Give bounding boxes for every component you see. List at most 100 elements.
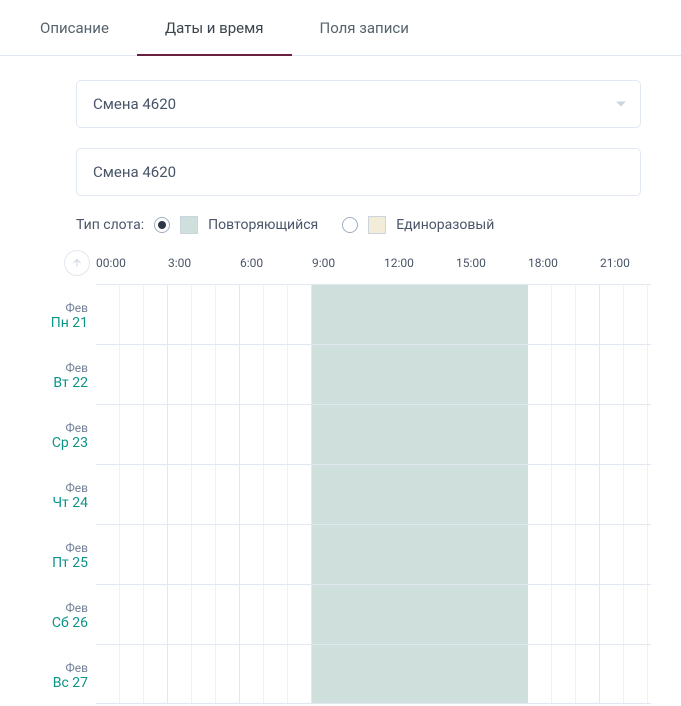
tab-0[interactable]: Описание: [12, 0, 137, 55]
day-dow-link[interactable]: Ср 23: [52, 435, 88, 451]
day-dow-link[interactable]: Пн 21: [51, 315, 88, 331]
slot-highlight[interactable]: [312, 345, 528, 404]
grid-cell[interactable]: [528, 345, 552, 404]
schedule-row[interactable]: [96, 464, 651, 524]
grid-cell[interactable]: [240, 405, 264, 464]
grid-cell[interactable]: [216, 285, 240, 344]
grid-cell[interactable]: [240, 525, 264, 584]
grid-cell[interactable]: [96, 465, 120, 524]
grid-cell[interactable]: [144, 285, 168, 344]
grid-cell[interactable]: [528, 465, 552, 524]
tab-1[interactable]: Даты и время: [137, 0, 292, 55]
grid-cell[interactable]: [576, 465, 600, 524]
grid-cell[interactable]: [240, 645, 264, 703]
grid-cell[interactable]: [624, 525, 648, 584]
day-dow-link[interactable]: Вт 22: [53, 375, 88, 391]
shift-input[interactable]: Смена 4620: [76, 148, 641, 196]
grid-cell[interactable]: [288, 465, 312, 524]
grid-cell[interactable]: [528, 285, 552, 344]
grid-cell[interactable]: [552, 405, 576, 464]
schedule-row[interactable]: [96, 584, 651, 644]
grid-cell[interactable]: [648, 525, 651, 584]
grid-cell[interactable]: [264, 525, 288, 584]
grid-cell[interactable]: [600, 285, 624, 344]
grid-cell[interactable]: [600, 345, 624, 404]
slot-radio-0[interactable]: [154, 217, 170, 233]
grid-cell[interactable]: [240, 585, 264, 644]
grid-cell[interactable]: [120, 345, 144, 404]
grid-cell[interactable]: [552, 345, 576, 404]
grid-cell[interactable]: [576, 405, 600, 464]
schedule-row[interactable]: [96, 524, 651, 584]
grid-cell[interactable]: [144, 345, 168, 404]
grid-cell[interactable]: [576, 285, 600, 344]
grid-cell[interactable]: [576, 345, 600, 404]
grid-cell[interactable]: [624, 465, 648, 524]
grid-cell[interactable]: [192, 345, 216, 404]
grid-cell[interactable]: [264, 405, 288, 464]
day-dow-link[interactable]: Сб 26: [52, 615, 88, 631]
grid-cell[interactable]: [192, 585, 216, 644]
grid-cell[interactable]: [168, 525, 192, 584]
grid-cell[interactable]: [648, 585, 651, 644]
grid-cell[interactable]: [624, 645, 648, 703]
slot-radio-1[interactable]: [342, 217, 358, 233]
grid-cell[interactable]: [120, 285, 144, 344]
grid-cell[interactable]: [240, 285, 264, 344]
grid-cell[interactable]: [168, 405, 192, 464]
scroll-up-button[interactable]: [64, 250, 90, 276]
grid-cell[interactable]: [624, 585, 648, 644]
grid-cell[interactable]: [240, 465, 264, 524]
grid-cell[interactable]: [576, 525, 600, 584]
schedule-row[interactable]: [96, 644, 651, 704]
grid-cell[interactable]: [216, 345, 240, 404]
schedule-row[interactable]: [96, 284, 651, 344]
slot-highlight[interactable]: [312, 525, 528, 584]
grid-cell[interactable]: [120, 465, 144, 524]
grid-cell[interactable]: [552, 465, 576, 524]
grid-cell[interactable]: [576, 645, 600, 703]
grid-cell[interactable]: [288, 405, 312, 464]
grid-cell[interactable]: [144, 465, 168, 524]
grid-cell[interactable]: [264, 465, 288, 524]
grid-cell[interactable]: [120, 405, 144, 464]
slot-highlight[interactable]: [312, 285, 528, 344]
grid-cell[interactable]: [552, 525, 576, 584]
grid-cell[interactable]: [528, 585, 552, 644]
grid-cell[interactable]: [96, 645, 120, 703]
grid-cell[interactable]: [120, 585, 144, 644]
grid-cell[interactable]: [648, 345, 651, 404]
grid-cell[interactable]: [216, 645, 240, 703]
grid-cell[interactable]: [168, 465, 192, 524]
day-dow-link[interactable]: Вс 27: [53, 675, 88, 691]
grid-cell[interactable]: [192, 405, 216, 464]
tab-2[interactable]: Поля записи: [292, 0, 437, 55]
grid-cell[interactable]: [120, 645, 144, 703]
grid-cell[interactable]: [168, 345, 192, 404]
grid-cell[interactable]: [168, 585, 192, 644]
grid-cell[interactable]: [648, 405, 651, 464]
grid-cell[interactable]: [600, 645, 624, 703]
grid-cell[interactable]: [192, 285, 216, 344]
grid-cell[interactable]: [216, 405, 240, 464]
grid-cell[interactable]: [192, 525, 216, 584]
grid-cell[interactable]: [264, 345, 288, 404]
grid-cell[interactable]: [600, 465, 624, 524]
grid-cell[interactable]: [288, 285, 312, 344]
grid-cell[interactable]: [144, 525, 168, 584]
grid-cell[interactable]: [192, 645, 216, 703]
grid-cell[interactable]: [528, 645, 552, 703]
day-dow-link[interactable]: Пт 25: [52, 555, 88, 571]
grid-cell[interactable]: [96, 525, 120, 584]
grid-cell[interactable]: [600, 405, 624, 464]
grid-cell[interactable]: [216, 525, 240, 584]
grid-cell[interactable]: [288, 345, 312, 404]
grid-cell[interactable]: [528, 405, 552, 464]
slot-highlight[interactable]: [312, 465, 528, 524]
grid-cell[interactable]: [648, 645, 651, 703]
grid-cell[interactable]: [552, 645, 576, 703]
grid-cell[interactable]: [168, 285, 192, 344]
slot-highlight[interactable]: [312, 585, 528, 644]
grid-cell[interactable]: [552, 285, 576, 344]
grid-cell[interactable]: [648, 465, 651, 524]
